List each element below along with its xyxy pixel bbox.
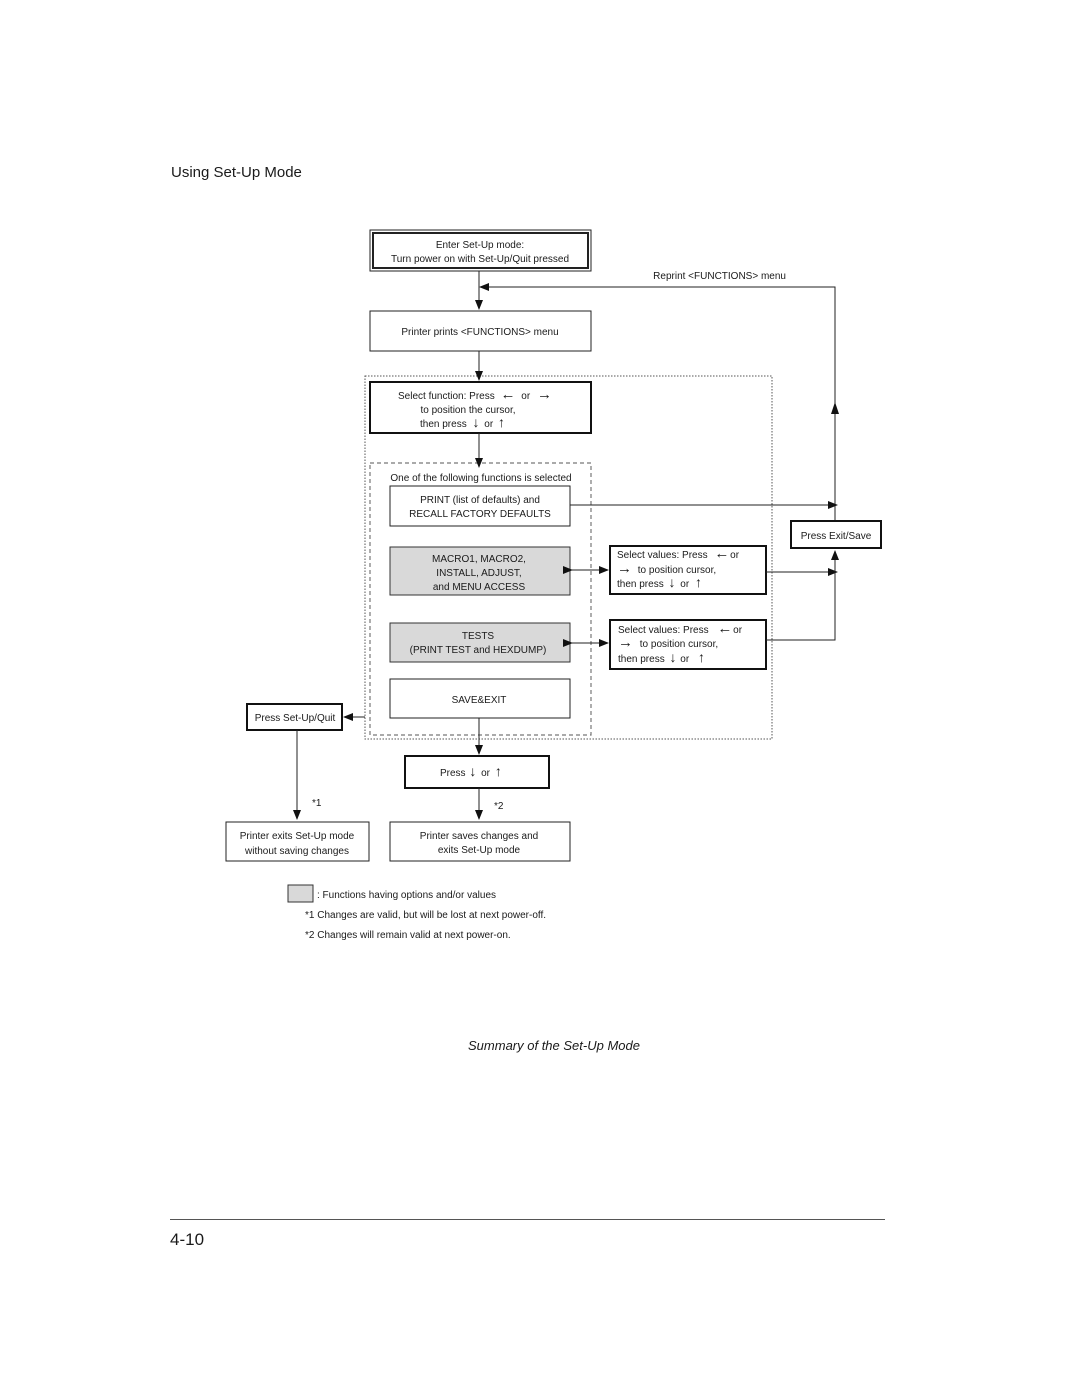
select-values-box-2: Select values: Press ← or → to position … (609, 619, 767, 670)
enter-setup-line2: Turn power on with Set-Up/Quit pressed (391, 254, 569, 265)
exit-no-save-line1: Printer exits Set-Up mode (240, 831, 355, 842)
save-and-exit-line1: Printer saves changes and (420, 831, 538, 842)
setup-mode-flowchart: Enter Set-Up mode: Turn power on with Se… (225, 229, 882, 941)
down-arrow-icon: ↓ (469, 763, 476, 779)
save-and-exit-box: Printer saves changes and exits Set-Up m… (389, 821, 571, 862)
select-function-line1a: Select function: Press (398, 391, 495, 402)
select-function-box: Select function: Press ← or → to positio… (369, 381, 592, 434)
print-defaults-box: PRINT (list of defaults) and RECALL FACT… (389, 485, 571, 527)
save-exit-box: SAVE&EXIT (389, 678, 571, 719)
legend-note1: *1 Changes are valid, but will be lost a… (305, 910, 546, 921)
up-arrow-icon: ↑ (495, 763, 502, 779)
reprint-label: Reprint <FUNCTIONS> menu (653, 271, 786, 282)
exit-no-save-box: Printer exits Set-Up mode without saving… (225, 821, 370, 862)
macro-line1: MACRO1, MACRO2, (432, 554, 526, 565)
down-arrow-icon: ↓ (669, 649, 676, 665)
arrow-up-reprint (831, 402, 839, 414)
press-exit-save-box: Press Exit/Save (790, 520, 882, 549)
up-arrow-icon: ↑ (698, 649, 705, 665)
enter-setup-box: Enter Set-Up mode: Turn power on with Se… (369, 229, 592, 272)
press-down-up-b: or (481, 768, 491, 779)
group-label: One of the following functions is select… (390, 473, 571, 484)
left-arrow-icon: ← (501, 386, 516, 403)
enter-setup-line1: Enter Set-Up mode: (436, 240, 524, 251)
page-number: 4-10 (170, 1230, 205, 1249)
prints-menu-box: Printer prints <FUNCTIONS> menu (369, 310, 592, 352)
legend-gray-text: : Functions having options and/or values (317, 890, 496, 901)
select-values-2-line2: to position cursor, (640, 639, 718, 650)
tests-box: TESTS (PRINT TEST and HEXDUMP) (389, 622, 571, 663)
down-arrow-icon: ↓ (668, 574, 675, 590)
legend-gray-swatch (287, 884, 314, 903)
prints-menu-text: Printer prints <FUNCTIONS> menu (401, 327, 558, 338)
press-setup-quit-box: Press Set-Up/Quit (246, 703, 343, 731)
footer-rule (170, 1219, 885, 1220)
up-arrow-icon: ↑ (695, 574, 702, 590)
left-arrow-icon: ← (717, 620, 732, 637)
select-values-2-line3b: or (680, 654, 690, 665)
right-arrow-icon: → (617, 560, 632, 577)
tests-line1: TESTS (462, 631, 495, 642)
select-values-1-line1b: or (730, 550, 740, 561)
select-values-1-line3a: then press (617, 579, 664, 590)
note1-marker: *1 (312, 798, 322, 809)
macro-functions-box: MACRO1, MACRO2, INSTALL, ADJUST, and MEN… (389, 546, 571, 596)
figure-caption: Summary of the Set-Up Mode (468, 1038, 640, 1053)
press-down-up-a: Press (440, 768, 466, 779)
save-and-exit-line2: exits Set-Up mode (438, 845, 521, 856)
select-function-line3a: then press (420, 419, 467, 430)
arrow-values2-to-exit (766, 550, 839, 641)
press-exit-save-text: Press Exit/Save (801, 531, 872, 542)
right-arrow-icon: → (618, 634, 633, 651)
left-arrow-icon: ← (714, 545, 729, 562)
select-values-2-line3a: then press (618, 654, 665, 665)
select-values-1-line2: to position cursor, (638, 565, 716, 576)
select-function-line1b: or (521, 391, 531, 402)
save-exit-text: SAVE&EXIT (452, 695, 507, 706)
exit-no-save-line2: without saving changes (244, 846, 349, 857)
legend-note2: *2 Changes will remain valid at next pow… (305, 930, 511, 941)
select-values-1-line3b: or (680, 579, 690, 590)
press-setup-quit-text: Press Set-Up/Quit (255, 713, 336, 724)
press-down-up-box: Press ↓ or ↑ (404, 755, 550, 789)
select-values-box-1: Select values: Press ← or → to position … (609, 545, 767, 595)
select-values-2-line1b: or (733, 625, 743, 636)
up-arrow-icon: ↑ (498, 414, 505, 430)
note2-marker: *2 (494, 801, 504, 812)
down-arrow-icon: ↓ (472, 414, 479, 430)
print-defaults-line1: PRINT (list of defaults) and (420, 495, 540, 506)
select-function-line3b: or (484, 419, 494, 430)
right-arrow-icon: → (537, 386, 552, 403)
macro-line3: and MENU ACCESS (433, 582, 526, 593)
print-defaults-line2: RECALL FACTORY DEFAULTS (409, 509, 551, 520)
macro-line2: INSTALL, ADJUST, (436, 568, 521, 579)
tests-line2: (PRINT TEST and HEXDUMP) (410, 645, 547, 656)
